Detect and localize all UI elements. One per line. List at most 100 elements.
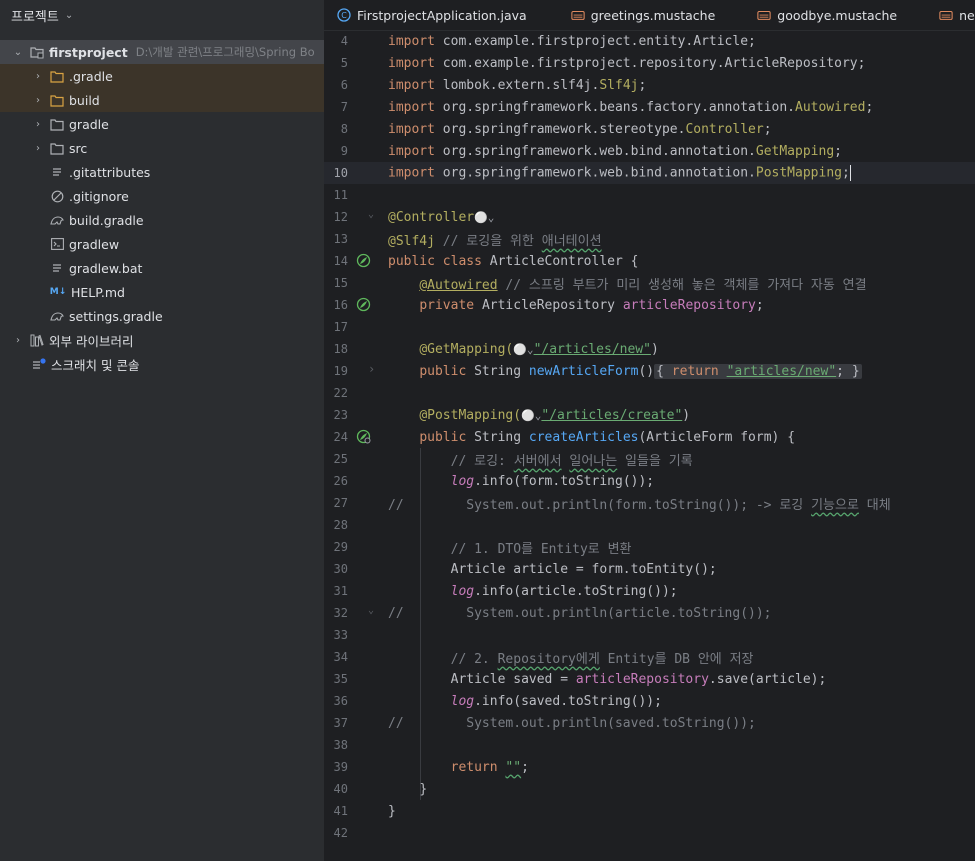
tree-item-gradlew-bat[interactable]: gradlew.bat [0, 256, 324, 280]
code-line[interactable]: 29 // 1. DTO를 Entity로 변환 [324, 536, 975, 558]
tree-item-settings-gradle[interactable]: settings.gradle [0, 304, 324, 328]
code-line[interactable]: 33 [324, 624, 975, 646]
code-line[interactable]: 19 › public String newArticleForm(){ retu… [324, 360, 975, 382]
code-line[interactable]: 16 private ArticleRepository articleRepo… [324, 294, 975, 316]
code-line[interactable]: 7 import org.springframework.beans.factor… [324, 96, 975, 118]
chevron-right-icon[interactable]: › [12, 335, 24, 346]
code-line[interactable]: 38 [324, 734, 975, 756]
text-file-icon [50, 165, 64, 179]
code-line[interactable]: 9 import org.springframework.web.bind.ann… [324, 140, 975, 162]
line-number: 30 [333, 562, 348, 576]
code-line[interactable]: 6 import lombok.extern.slf4j.Slf4j; [324, 74, 975, 96]
tree-item-label: HELP.md [71, 284, 125, 300]
chevron-right-icon[interactable]: › [32, 71, 44, 82]
line-number: 27 [333, 496, 348, 510]
code-line[interactable]: 28 [324, 514, 975, 536]
code-line[interactable]: 27 // System.out.println(form.toString())… [324, 492, 975, 514]
code-line[interactable]: 18 @GetMapping(⚪⌄"/articles/new") [324, 338, 975, 360]
tree-item-label: 외부 라이브러리 [49, 333, 134, 349]
code-line[interactable]: 8 import org.springframework.stereotype.C… [324, 118, 975, 140]
spring-bean-icon[interactable] [356, 253, 371, 272]
tree-item-help-md[interactable]: M↓ HELP.md [0, 280, 324, 304]
code-line[interactable]: 23 @PostMapping(⚪⌄"/articles/create") [324, 404, 975, 426]
code-line[interactable]: 32 ⌄ // System.out.println(article.toStrin… [324, 602, 975, 624]
tab-goodbye-mustache[interactable]: goodbye.mustache [725, 0, 907, 30]
tree-item-project-root[interactable]: ⌄ firstproject D:\개발 관련\프로그래밍\Spring Bo [0, 40, 324, 64]
code-line-current[interactable]: 10 import org.springframework.web.bind.an… [324, 162, 975, 184]
code-line[interactable]: 36 log.info(saved.toString()); [324, 690, 975, 712]
code-text: import org.springframework.web.bind.anno… [388, 144, 756, 159]
code-line[interactable]: 31 log.info(article.toString()); [324, 580, 975, 602]
code-line[interactable]: 41} [324, 800, 975, 822]
code-line[interactable]: 42 [324, 822, 975, 844]
code-text: System.out.println(article.toString()); [403, 605, 772, 621]
globe-icon[interactable]: ⚪⌄ [521, 409, 541, 422]
code-text: @Controller [388, 209, 475, 225]
code-line[interactable]: 37 // System.out.println(saved.toString()… [324, 712, 975, 734]
fold-icon[interactable]: ⌄ [368, 209, 374, 220]
globe-icon[interactable]: ⚪⌄ [474, 211, 494, 224]
code-line[interactable]: 5 import com.example.firstproject.reposit… [324, 52, 975, 74]
chevron-down-icon[interactable]: ⌄ [65, 10, 73, 21]
code-line[interactable]: 25 // 로깅: 서버에서 일어나는 일들을 기록 [324, 448, 975, 470]
chevron-right-icon[interactable]: › [32, 119, 44, 130]
tab-new-mustache[interactable]: new.mustache [907, 0, 975, 30]
code-line[interactable]: 15 @Autowired // 스프링 부트가 미리 생성해 놓은 객체를 가… [324, 272, 975, 294]
endpoint-icon[interactable] [356, 429, 371, 448]
code-text: System.out.println(saved.toString()); [403, 715, 756, 731]
folded-region[interactable]: { return "articles/new"; } [654, 363, 862, 379]
code-text: .info(saved.toString()); [474, 693, 662, 709]
tree-item-external-libraries[interactable]: › 외부 라이브러리 [0, 328, 324, 352]
navigate-bean-icon[interactable] [356, 297, 371, 316]
tree-item-gitignore[interactable]: .gitignore [0, 184, 324, 208]
project-panel-header[interactable]: 프로젝트 ⌄ [0, 0, 324, 30]
code-text: public [419, 429, 475, 445]
code-editor[interactable]: C FirstprojectApplication.java greetings… [324, 0, 975, 861]
fold-icon[interactable]: › [368, 362, 375, 376]
tree-item-build-dir[interactable]: › build [0, 88, 324, 112]
project-panel-title: 프로젝트 [11, 9, 59, 25]
chevron-right-icon[interactable]: › [32, 143, 44, 154]
globe-icon[interactable]: ⚪⌄ [513, 343, 533, 356]
tree-item-scratches[interactable]: 스크래치 및 콘솔 [0, 352, 324, 376]
code-line[interactable]: 13 @Slf4j // 로깅을 위한 애너테이션 [324, 228, 975, 250]
text-file-icon [50, 261, 64, 275]
tree-item-build-gradle[interactable]: build.gradle [0, 208, 324, 232]
tree-item-gradle-dir[interactable]: › .gradle [0, 64, 324, 88]
tree-item-src[interactable]: › src [0, 136, 324, 160]
code-line[interactable]: 24 public String createArticles(ArticleF… [324, 426, 975, 448]
code-text: log [450, 693, 475, 709]
chevron-down-icon[interactable]: ⌄ [12, 47, 24, 58]
tab-greetings-mustache[interactable]: greetings.mustache [537, 0, 726, 30]
code-area[interactable]: 4 import com.example.firstproject.entity.… [324, 30, 975, 844]
code-text: createArticles [528, 429, 639, 445]
code-text: org.springframework.web.bind.annotation. [442, 165, 756, 181]
fold-icon[interactable]: ⌄ [368, 605, 374, 616]
code-line[interactable]: 35 Article saved = articleRepository.sav… [324, 668, 975, 690]
chevron-right-icon[interactable]: › [32, 95, 44, 106]
code-line[interactable]: 11 [324, 184, 975, 206]
line-number: 6 [340, 78, 348, 92]
code-line[interactable]: 12 ⌄ @Controller⚪⌄ [324, 206, 975, 228]
code-text: 대체 [858, 497, 891, 513]
code-line[interactable]: 22 [324, 382, 975, 404]
tree-item-gradlew[interactable]: gradlew [0, 232, 324, 256]
mustache-icon [757, 8, 771, 22]
code-line[interactable]: 34 // 2. Repository에게 Entity를 DB 안에 저장 [324, 646, 975, 668]
code-text: (); [693, 561, 717, 577]
code-line[interactable]: 4 import com.example.firstproject.entity.… [324, 30, 975, 52]
code-line[interactable]: 26 log.info(form.toString()); [324, 470, 975, 492]
code-text: ArticleController { [489, 253, 639, 269]
code-line[interactable]: 14 public class ArticleController { [324, 250, 975, 272]
tab-firstproject-application[interactable]: C FirstprojectApplication.java [324, 0, 537, 30]
mustache-icon [571, 8, 585, 22]
code-text: Article article = form. [450, 561, 631, 577]
code-line[interactable]: 30 Article article = form.toEntity(); [324, 558, 975, 580]
line-number: 11 [333, 188, 348, 202]
code-text: log [450, 583, 475, 599]
tree-item-gitattributes[interactable]: .gitattributes [0, 160, 324, 184]
tree-item-gradle-folder[interactable]: › gradle [0, 112, 324, 136]
code-line[interactable]: 39 return ""; [324, 756, 975, 778]
code-line[interactable]: 40 } [324, 778, 975, 800]
code-line[interactable]: 17 [324, 316, 975, 338]
